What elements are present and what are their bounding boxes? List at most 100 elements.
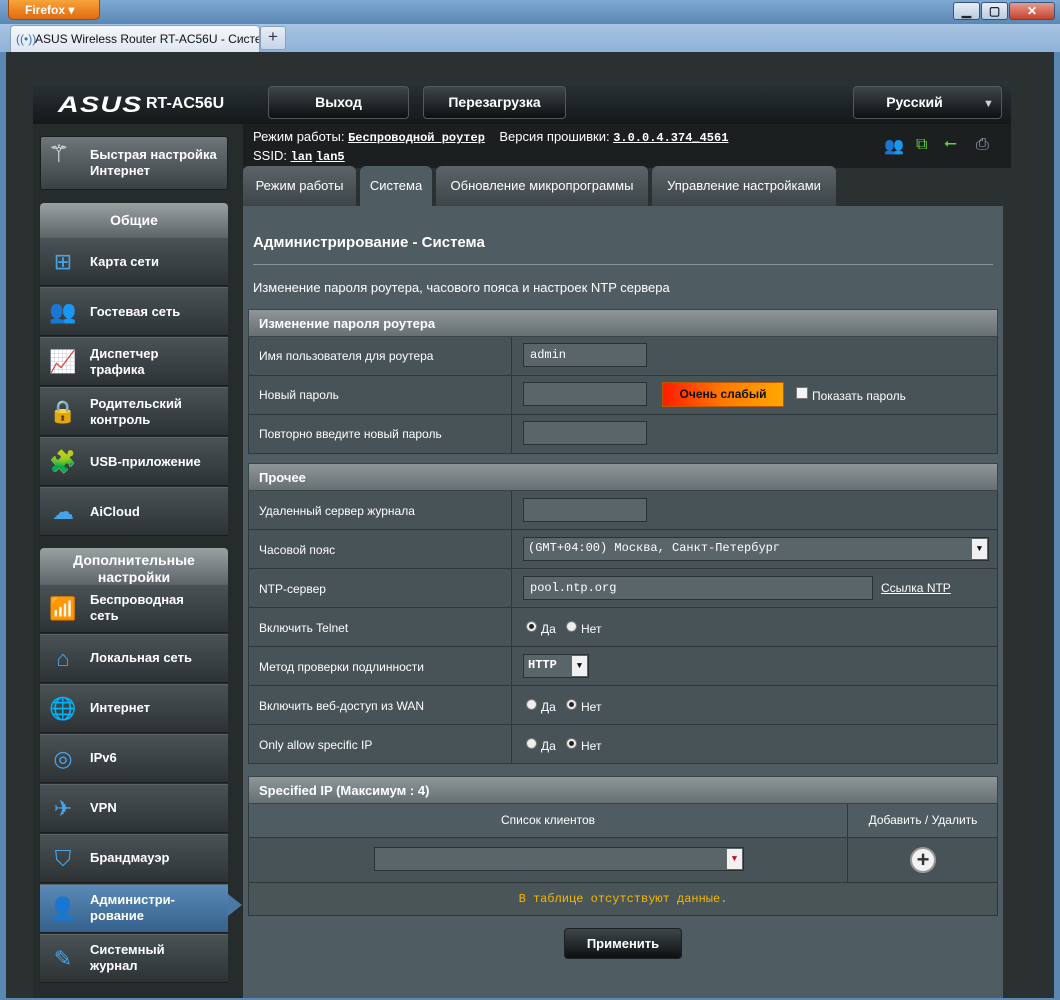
specified-ip-heading: Specified IP (Максимум : 4) xyxy=(248,776,998,804)
wan-no-label: Нет xyxy=(581,700,602,714)
column-divider xyxy=(511,608,512,646)
repeat-password-row: Повторно введите новый пароль xyxy=(248,415,998,454)
telnet-yes-radio[interactable] xyxy=(526,621,537,632)
specific-ip-yes-radio[interactable] xyxy=(526,738,537,749)
sidebar-item-ipv6[interactable]: ◎ IPv6 xyxy=(40,734,228,783)
clients-icon[interactable]: 👥 xyxy=(884,136,904,156)
logout-button[interactable]: Выход xyxy=(268,86,409,119)
window-titlebar xyxy=(0,0,1060,24)
sidebar-item-label: Администри-рование xyxy=(90,892,175,923)
sidebar-item-lan[interactable]: ⌂ Локальная сеть xyxy=(40,634,228,683)
asus-logo: ASUS xyxy=(58,92,143,117)
apply-button[interactable]: Применить xyxy=(564,928,682,959)
ntp-link[interactable]: Ссылка NTP xyxy=(881,581,951,595)
log-server-row: Удаленный сервер журнала xyxy=(248,491,998,530)
specific-ip-row: Only allow specific IP Да Нет xyxy=(248,725,998,764)
sidebar-item-aicloud[interactable]: ☁ AiCloud xyxy=(40,487,228,536)
new-tab-button[interactable]: + xyxy=(260,26,286,50)
ssid-label: SSID: xyxy=(253,148,287,163)
mode-link[interactable]: Беспроводной роутер xyxy=(348,131,485,145)
ntp-row: NTP-сервер pool.ntp.org Ссылка NTP xyxy=(248,569,998,608)
sidebar-item-label: Интернет xyxy=(90,700,151,715)
firefox-menu-button[interactable]: Firefox ▾ xyxy=(8,0,100,20)
sidebar-item-usb-app[interactable]: 🧩 USB-приложение xyxy=(40,437,228,486)
page-description: Изменение пароля роутера, часового пояса… xyxy=(253,280,670,295)
repeat-password-input[interactable] xyxy=(523,421,647,445)
firmware-link[interactable]: 3.0.0.4.374_4561 xyxy=(613,131,728,145)
auth-method-value: HTTP xyxy=(528,658,557,672)
timezone-select[interactable]: (GMT+04:00) Москва, Санкт-Петербург ▼ xyxy=(523,537,989,561)
tab-system[interactable]: Система xyxy=(360,166,432,206)
show-password-checkbox[interactable] xyxy=(796,387,808,399)
sidebar-item-label: Гостевая сеть xyxy=(90,304,181,319)
active-pointer-icon xyxy=(228,894,242,916)
column-divider xyxy=(511,491,512,529)
auth-method-select[interactable]: HTTP ▼ xyxy=(523,654,589,678)
add-ip-icon[interactable]: + xyxy=(910,847,936,873)
timezone-value: (GMT+04:00) Москва, Санкт-Петербург xyxy=(528,541,781,555)
column-divider xyxy=(511,569,512,607)
sidebar-item-internet[interactable]: 🌐 Интернет xyxy=(40,684,228,733)
browser-tab-title: ASUS Wireless Router RT-AC56U - Систе... xyxy=(35,32,260,46)
minimize-button[interactable]: ▁ xyxy=(953,2,980,20)
sidebar-item-traffic-manager[interactable]: 📈 Диспетчер трафика xyxy=(40,337,228,386)
language-select[interactable]: Русский xyxy=(853,86,1002,119)
wan-yes-radio[interactable] xyxy=(526,699,537,710)
telnet-no-radio[interactable] xyxy=(566,621,577,632)
sidebar-item-vpn[interactable]: ✈ VPN xyxy=(40,784,228,833)
specific-ip-label: Only allow specific IP xyxy=(259,738,373,752)
log-server-input[interactable] xyxy=(523,498,647,522)
reboot-button[interactable]: Перезагрузка xyxy=(423,86,566,119)
ssid-link-lan5[interactable]: lan5 xyxy=(316,150,345,164)
ntp-server-input[interactable]: pool.ntp.org xyxy=(523,576,873,600)
tab-settings-management[interactable]: Управление настройками xyxy=(652,166,836,206)
clients-column-header: Список клиентов xyxy=(500,813,596,827)
sidebar-item-label: VPN xyxy=(90,800,117,815)
network-map-icon: ⊞ xyxy=(53,249,73,274)
username-row: Имя пользователя для роутера admin xyxy=(248,337,998,376)
globe-icon: 🌐 xyxy=(49,696,77,721)
empty-table-message: В таблице отсутствуют данные. xyxy=(518,892,728,906)
sidebar-item-parental-control[interactable]: 🔒 Родительский контроль xyxy=(40,387,228,436)
specific-ip-no-radio[interactable] xyxy=(566,738,577,749)
chevron-down-icon: ▾ xyxy=(68,3,75,17)
sidebar-item-label: Брандмауэр xyxy=(90,850,170,865)
log-edit-icon: ✎ xyxy=(53,946,73,971)
client-ip-select[interactable]: ▼ xyxy=(374,847,744,871)
specified-ip-header-row: Список клиентов Добавить / Удалить xyxy=(248,804,998,838)
auth-method-row: Метод проверки подлинности HTTP ▼ xyxy=(248,647,998,686)
page-title: Администрирование - Система xyxy=(253,234,485,251)
close-window-button[interactable]: ✕ xyxy=(1009,2,1055,20)
wan-yes-label: Да xyxy=(541,700,556,714)
username-input[interactable]: admin xyxy=(523,343,647,367)
timezone-label: Часовой пояс xyxy=(259,543,336,557)
new-password-row: Новый пароль Очень слабый Показать парол… xyxy=(248,376,998,415)
ssid-link-lan[interactable]: lan xyxy=(291,150,313,164)
sidebar-item-network-map[interactable]: ⊞ Карта сети xyxy=(40,237,228,286)
maximize-button[interactable]: ▢ xyxy=(981,2,1008,20)
browser-tab[interactable]: ASUS Wireless Router RT-AC56U - Систе... xyxy=(10,25,260,52)
column-divider xyxy=(511,337,512,375)
timezone-row: Часовой пояс (GMT+04:00) Москва, Санкт-П… xyxy=(248,530,998,569)
specified-ip-input-row: ▼ + xyxy=(248,838,998,883)
sidebar-item-label: Беспроводная сеть xyxy=(90,592,184,623)
sidebar-item-administration[interactable]: 👤 Администри-рование xyxy=(40,884,228,933)
tab-operation-mode[interactable]: Режим работы xyxy=(243,166,356,206)
sidebar-item-label: Диспетчер трафика xyxy=(90,346,159,377)
network-icon[interactable]: ⧉ xyxy=(916,136,927,154)
column-divider xyxy=(511,376,512,414)
tab-firmware-upgrade[interactable]: Обновление микропрограммы xyxy=(436,166,648,206)
printer-icon[interactable]: ⎙ xyxy=(976,136,989,154)
puzzle-icon: 🧩 xyxy=(49,449,77,474)
action-column-header: Добавить / Удалить xyxy=(868,813,978,827)
section-general: Общие xyxy=(40,203,228,237)
sidebar-item-firewall[interactable]: ⛉ Брандмауэр xyxy=(40,834,228,883)
sidebar-item-guest-network[interactable]: 👥 Гостевая сеть xyxy=(40,287,228,336)
sidebar-item-wireless[interactable]: 📶 Беспроводная сеть xyxy=(40,584,228,633)
lock-icon: 🔒 xyxy=(49,399,77,424)
mode-label: Режим работы: xyxy=(253,129,345,144)
new-password-input[interactable] xyxy=(523,382,647,406)
sidebar-item-system-log[interactable]: ✎ Системный журнал xyxy=(40,934,228,983)
usb-icon[interactable]: ⭠ xyxy=(944,135,957,153)
wan-no-radio[interactable] xyxy=(566,699,577,710)
